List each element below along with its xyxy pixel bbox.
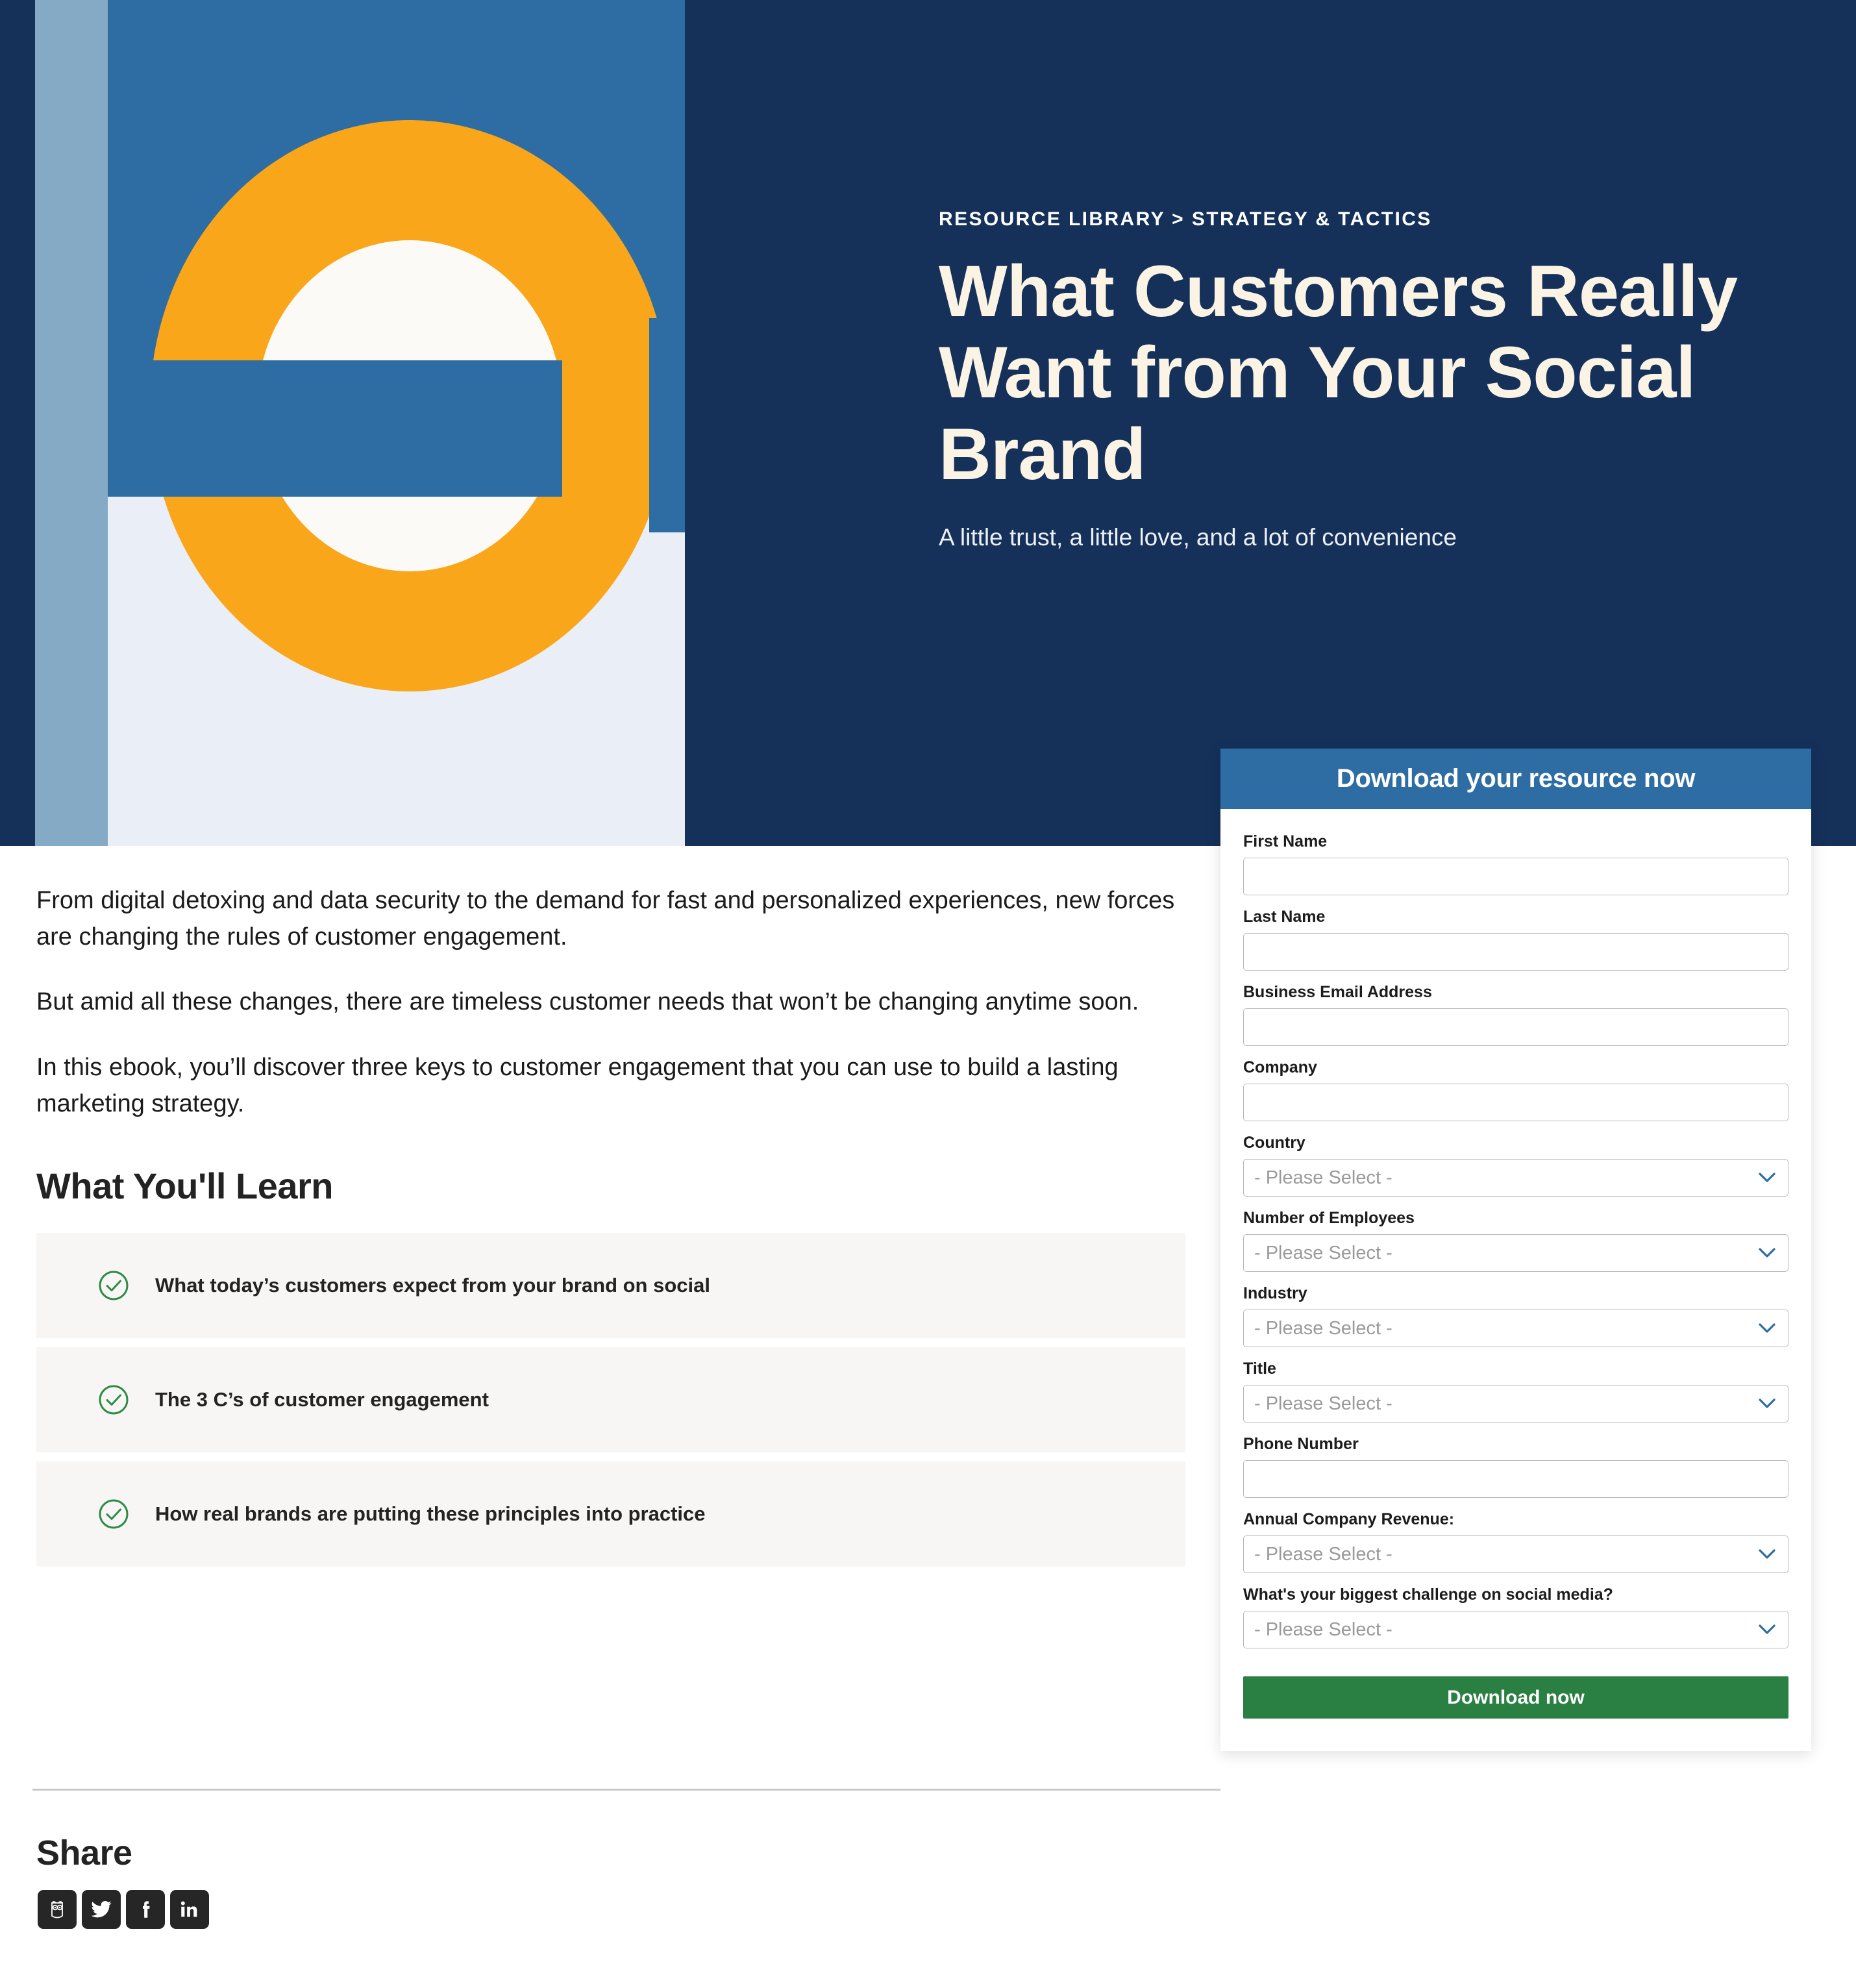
list-item-label: How real brands are putting these princi… <box>155 1502 706 1526</box>
section-divider <box>32 1789 1220 1791</box>
illustration-right-blue-block <box>649 318 685 532</box>
number-of-employees-select[interactable]: - Please Select - <box>1243 1234 1788 1272</box>
field-annual-revenue: Annual Company Revenue: - Please Select … <box>1243 1510 1788 1573</box>
form-body: First Name Last Name Business Email Addr… <box>1220 809 1811 1751</box>
download-now-button[interactable]: Download now <box>1243 1676 1788 1719</box>
list-item: How real brands are putting these princi… <box>36 1461 1185 1567</box>
field-label: Business Email Address <box>1243 983 1432 1001</box>
country-select[interactable]: - Please Select - <box>1243 1159 1788 1197</box>
intro-paragraph-3: In this ebook, you’ll discover three key… <box>36 1053 1119 1117</box>
linkedin-icon[interactable] <box>170 1890 209 1929</box>
landing-page: RESOURCE LIBRARY > STRATEGY & TACTICS Wh… <box>0 0 1856 1988</box>
form-header-title: Download your resource now <box>1336 764 1696 793</box>
title-select-wrap: - Please Select - <box>1243 1385 1788 1423</box>
page-subtitle: A little trust, a little love, and a lot… <box>939 524 1457 551</box>
field-label: What's your biggest challenge on social … <box>1243 1585 1613 1604</box>
ebook-cover-illustration <box>0 0 685 846</box>
hero-section: RESOURCE LIBRARY > STRATEGY & TACTICS Wh… <box>0 0 1856 846</box>
first-name-input[interactable] <box>1243 858 1788 895</box>
industry-select[interactable]: - Please Select - <box>1243 1310 1788 1347</box>
learn-list: What today’s customers expect from your … <box>36 1233 1185 1567</box>
breadcrumb[interactable]: RESOURCE LIBRARY > STRATEGY & TACTICS <box>939 208 1750 231</box>
business-email-input[interactable] <box>1243 1008 1788 1046</box>
annual-company-revenue-select[interactable]: - Please Select - <box>1243 1535 1788 1573</box>
employees-select-wrap: - Please Select - <box>1243 1234 1788 1272</box>
check-circle-icon <box>98 1270 129 1301</box>
field-label: Title <box>1243 1360 1276 1378</box>
list-item: The 3 C’s of customer engagement <box>36 1347 1185 1453</box>
field-business-email: Business Email Address <box>1243 983 1788 1046</box>
facebook-icon[interactable] <box>126 1890 165 1929</box>
revenue-select-wrap: - Please Select - <box>1243 1535 1788 1573</box>
field-country: Country - Please Select - <box>1243 1134 1788 1197</box>
challenge-select-wrap: - Please Select - <box>1243 1611 1788 1648</box>
list-item-label: What today’s customers expect from your … <box>155 1274 710 1297</box>
check-circle-icon <box>98 1498 129 1530</box>
list-item-label: The 3 C’s of customer engagement <box>155 1388 489 1411</box>
field-label: Company <box>1243 1058 1317 1076</box>
field-title: Title - Please Select - <box>1243 1360 1788 1423</box>
country-select-wrap: - Please Select - <box>1243 1159 1788 1197</box>
illustration-light-bar <box>35 0 108 846</box>
share-heading: Share <box>36 1833 132 1872</box>
field-label: Industry <box>1243 1284 1307 1302</box>
intro-paragraph-2: But amid all these changes, there are ti… <box>36 988 1139 1016</box>
intro-paragraph-1: From digital detoxing and data security … <box>36 887 1175 951</box>
twitter-icon[interactable] <box>82 1890 121 1929</box>
field-label: First Name <box>1243 832 1328 851</box>
industry-select-wrap: - Please Select - <box>1243 1310 1788 1347</box>
field-company: Company <box>1243 1058 1788 1121</box>
field-label: Country <box>1243 1134 1305 1152</box>
hero-text-block: RESOURCE LIBRARY > STRATEGY & TACTICS Wh… <box>939 208 1750 553</box>
field-industry: Industry - Please Select - <box>1243 1284 1788 1347</box>
page-title: What Customers Really Want from Your Soc… <box>939 251 1738 495</box>
field-number-of-employees: Number of Employees - Please Select - <box>1243 1209 1788 1272</box>
share-icon-row <box>38 1890 209 1929</box>
last-name-input[interactable] <box>1243 933 1788 971</box>
check-circle-icon <box>98 1384 129 1415</box>
what-youll-learn-heading: What You'll Learn <box>36 1165 334 1207</box>
field-label: Phone Number <box>1243 1435 1359 1453</box>
field-phone-number: Phone Number <box>1243 1435 1788 1498</box>
body-column: From digital detoxing and data security … <box>36 882 1185 1576</box>
social-media-challenge-select[interactable]: - Please Select - <box>1243 1611 1788 1648</box>
field-first-name: First Name <box>1243 832 1788 895</box>
title-select[interactable]: - Please Select - <box>1243 1385 1788 1423</box>
field-label: Annual Company Revenue: <box>1243 1510 1455 1528</box>
download-form-card: Download your resource now First Name La… <box>1220 749 1811 1751</box>
form-header: Download your resource now <box>1220 749 1811 809</box>
hootsuite-owl-icon[interactable] <box>38 1890 77 1929</box>
field-label: Number of Employees <box>1243 1209 1415 1227</box>
field-label: Last Name <box>1243 908 1326 926</box>
field-last-name: Last Name <box>1243 908 1788 971</box>
illustration-blue-arrow <box>108 360 562 497</box>
phone-number-input[interactable] <box>1243 1460 1788 1498</box>
field-social-challenge: What's your biggest challenge on social … <box>1243 1585 1788 1648</box>
list-item: What today’s customers expect from your … <box>36 1233 1185 1339</box>
company-input[interactable] <box>1243 1084 1788 1121</box>
